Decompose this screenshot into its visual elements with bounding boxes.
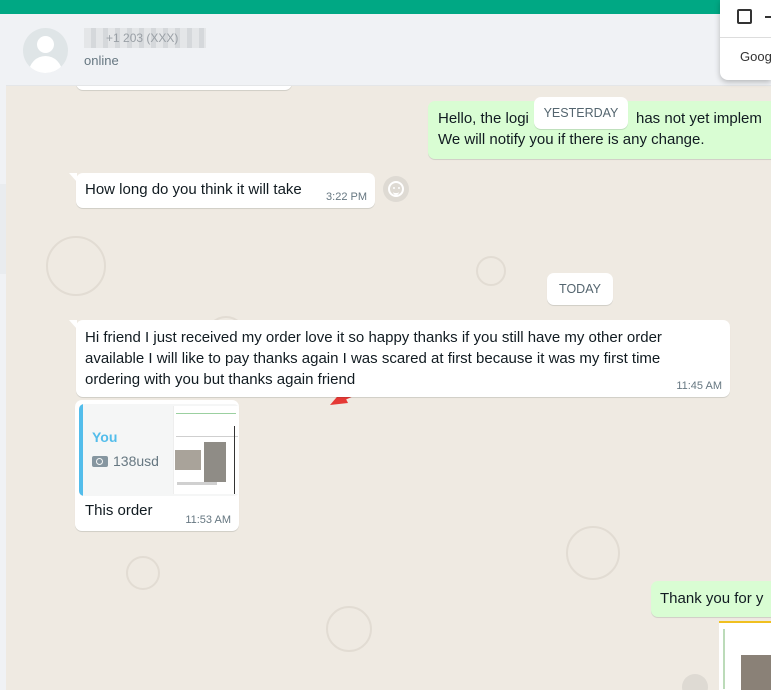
previous-message-bubble-edge: [76, 86, 292, 90]
thumb-photo: [204, 442, 226, 482]
wallpaper-doodle: [46, 236, 106, 296]
incoming-message-bubble[interactable]: How long do you think it will take 3:22 …: [69, 173, 375, 208]
chat-area[interactable]: Hello, the logi has not yet implem We wi…: [6, 86, 771, 690]
browser-popup[interactable]: Goog: [720, 0, 771, 80]
message-text-line: Hi friend I just received my order love …: [85, 329, 662, 346]
quoted-caption: 138usd: [113, 453, 159, 469]
wallpaper-doodle: [326, 606, 372, 652]
message-time: 3:22 PM: [326, 191, 367, 203]
date-chip-yesterday: YESTERDAY: [534, 97, 628, 129]
default-avatar-icon[interactable]: [23, 28, 68, 73]
message-text-line: Hello, the logi: [438, 110, 529, 127]
wallpaper-doodle: [126, 556, 160, 590]
date-chip-today: TODAY: [547, 273, 613, 305]
thumb-text: [177, 482, 217, 485]
message-text: Thank you for y: [660, 590, 764, 607]
wallpaper-doodle: [476, 256, 506, 286]
message-text: How long do you think it will take: [85, 181, 302, 198]
wallpaper-doodle: [566, 526, 620, 580]
quoted-image-thumbnail[interactable]: [173, 406, 239, 494]
forward-icon[interactable]: [682, 674, 708, 690]
emoji-face: [388, 181, 404, 197]
message-time: 11:45 AM: [676, 380, 722, 392]
bubble-tail: [69, 173, 77, 182]
thumb-line: [176, 436, 238, 437]
thumb-line: [176, 413, 236, 414]
camera-icon: [92, 456, 108, 467]
top-app-strip: [0, 0, 771, 14]
incoming-message-bubble[interactable]: Hi friend I just received my order love …: [69, 320, 730, 397]
message-text-line: available I will like to pay thanks agai…: [85, 350, 661, 367]
avatar-head: [37, 36, 54, 53]
message-text-line: We will notify you if there is any chang…: [438, 131, 705, 148]
quote-accent-bar: [79, 404, 83, 496]
thumb-border: [234, 426, 235, 494]
popup-checkbox[interactable]: [737, 9, 752, 24]
thumb-photo: [175, 450, 201, 470]
preview-line: [723, 629, 725, 689]
popup-text: Goog: [740, 49, 771, 64]
message-text-line: ordering with you but thanks again frien…: [85, 371, 356, 388]
chat-header[interactable]: +1 203 (XXX) online: [6, 14, 771, 86]
popup-dash: [765, 16, 771, 18]
emoji-icon[interactable]: [383, 176, 409, 202]
popup-divider: [720, 37, 771, 38]
quoted-message[interactable]: You 138usd: [79, 404, 239, 496]
bubble-tail: [69, 320, 77, 329]
avatar-body: [29, 56, 62, 73]
contact-status: online: [84, 53, 119, 68]
outgoing-image-preview[interactable]: [719, 621, 771, 690]
incoming-reply-bubble[interactable]: You 138usd This order 11:53 AM: [75, 400, 239, 531]
message-text-line-cut: has not yet implem: [636, 110, 762, 127]
preview-photo: [741, 655, 771, 690]
outgoing-message-bubble[interactable]: Thank you for y: [651, 581, 771, 617]
message-time: 11:53 AM: [185, 514, 231, 526]
contact-name-redacted[interactable]: +1 203 (XXX): [84, 28, 206, 48]
quoted-author: You: [92, 429, 118, 445]
message-text: This order: [85, 502, 153, 519]
